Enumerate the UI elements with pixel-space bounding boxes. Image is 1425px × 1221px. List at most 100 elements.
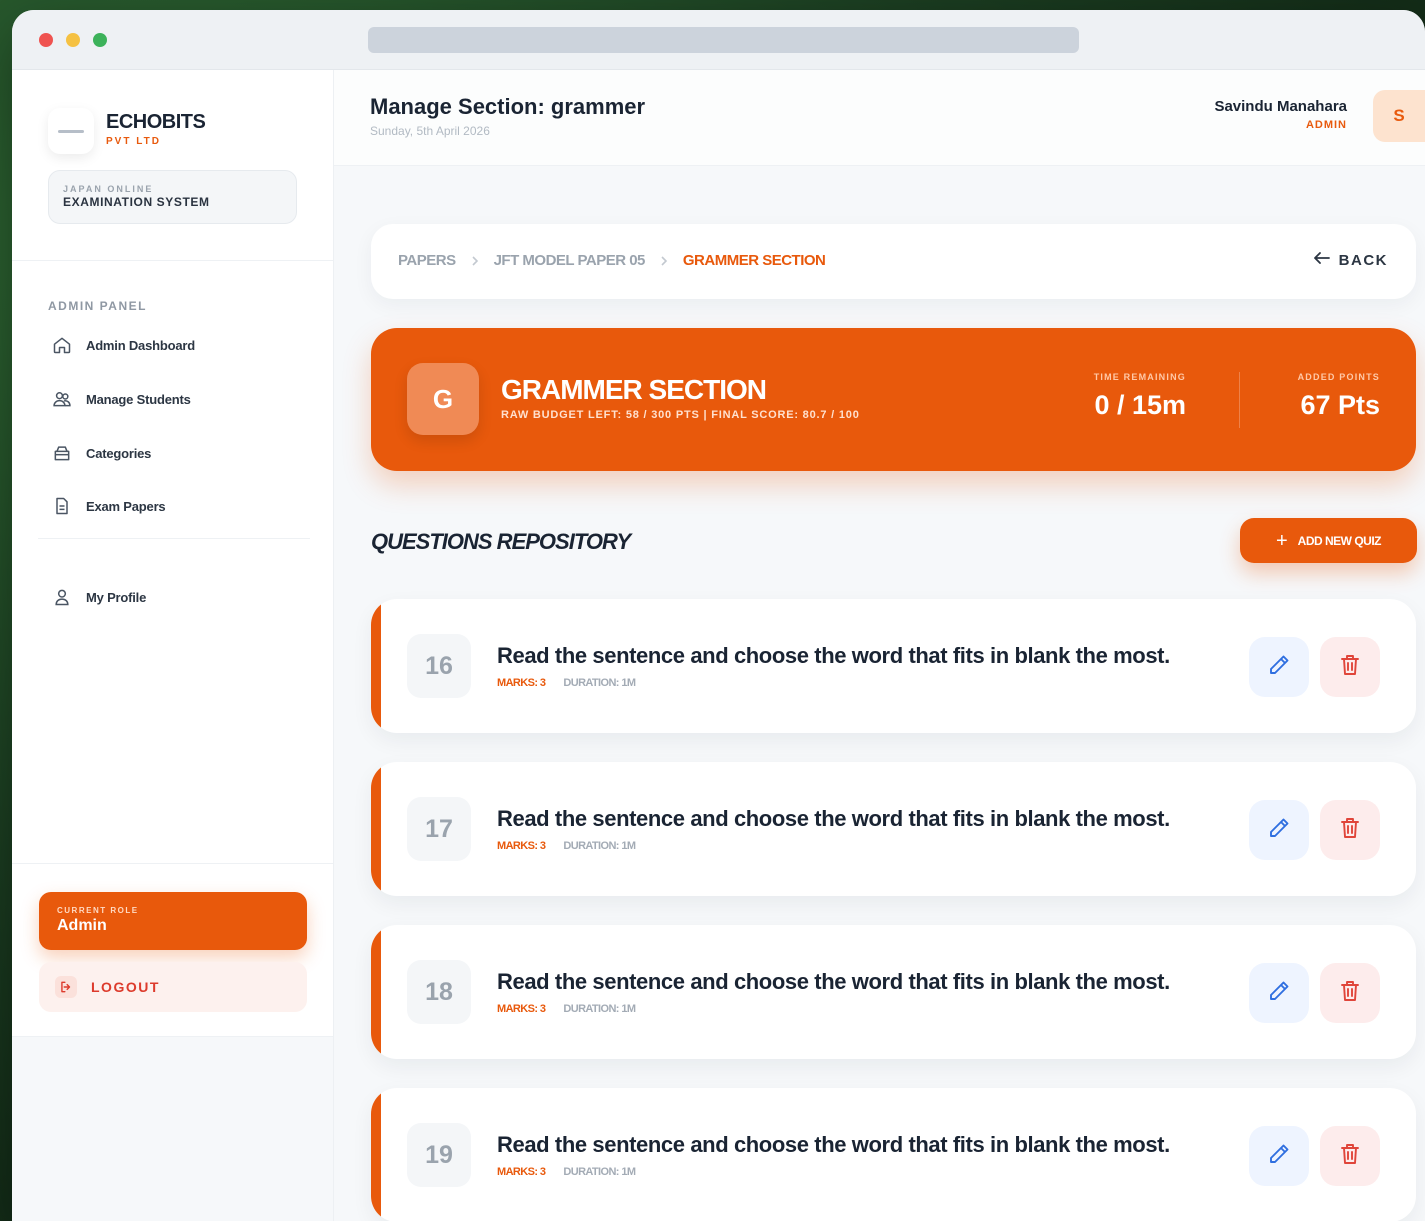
user-icon <box>50 585 74 609</box>
question-card: 16 Read the sentence and choose the word… <box>371 599 1416 733</box>
edit-question-button[interactable] <box>1249 800 1309 860</box>
logout-button[interactable]: LOGOUT <box>39 962 307 1012</box>
question-marks: MARKS: 3 <box>497 1003 546 1015</box>
question-meta: MARKS: 3 DURATION: 1M <box>497 1166 636 1178</box>
page-title: Manage Section: grammer <box>370 94 646 119</box>
trash-icon <box>1339 653 1361 682</box>
question-duration: DURATION: 1M <box>563 840 636 852</box>
sidebar-item-admin-dashboard[interactable]: Admin Dashboard <box>50 332 195 358</box>
logout-icon <box>55 976 77 998</box>
nav-section-label: ADMIN PANEL <box>48 299 147 313</box>
browser-window: ECHOBITS PVT LTD JAPAN ONLINE EXAMINATIO… <box>12 10 1425 1221</box>
pencil-icon <box>1267 816 1291 845</box>
home-icon <box>50 333 74 357</box>
edit-question-button[interactable] <box>1249 637 1309 697</box>
added-points-stat: ADDED POINTS 67 Pts <box>1298 372 1380 421</box>
logout-label: LOGOUT <box>91 979 160 995</box>
system-name-bottom: EXAMINATION SYSTEM <box>63 195 210 209</box>
question-card: 18 Read the sentence and choose the word… <box>371 925 1416 1059</box>
question-text: Read the sentence and choose the word th… <box>497 643 1170 668</box>
delete-question-button[interactable] <box>1320 1126 1380 1186</box>
section-badge: G <box>407 363 479 435</box>
brand-logo <box>48 108 94 154</box>
address-bar[interactable] <box>368 27 1079 53</box>
close-window-button[interactable] <box>39 33 53 47</box>
section-budget-summary: RAW BUDGET LEFT: 58 / 300 PTS | FINAL SC… <box>501 409 860 421</box>
sidebar-item-label: My Profile <box>86 589 147 605</box>
back-button[interactable]: BACK <box>1313 251 1388 270</box>
sidebar-item-label: Categories <box>86 445 152 461</box>
sidebar-item-label: Exam Papers <box>86 498 166 514</box>
sidebar-item-my-profile[interactable]: My Profile <box>50 584 146 610</box>
question-card: 19 Read the sentence and choose the word… <box>371 1088 1416 1221</box>
pencil-icon <box>1267 653 1291 682</box>
question-number: 17 <box>407 797 471 861</box>
breadcrumb-item-papers[interactable]: PAPERS <box>398 252 456 269</box>
sidebar-item-exam-papers[interactable]: Exam Papers <box>50 493 166 519</box>
section-summary-banner: G GRAMMER SECTION RAW BUDGET LEFT: 58 / … <box>371 328 1416 471</box>
folder-icon <box>50 441 74 465</box>
page-date: Sunday, 5th April 2026 <box>370 124 490 138</box>
sidebar: ECHOBITS PVT LTD JAPAN ONLINE EXAMINATIO… <box>12 70 334 1221</box>
delete-question-button[interactable] <box>1320 963 1380 1023</box>
add-new-quiz-button[interactable]: + ADD NEW QUIZ <box>1240 518 1417 563</box>
breadcrumb-item-paper[interactable]: JFT MODEL PAPER 05 <box>494 252 646 269</box>
question-text: Read the sentence and choose the word th… <box>497 806 1170 831</box>
breadcrumb-item-current: GRAMMER SECTION <box>682 252 826 269</box>
divider <box>38 538 310 539</box>
question-marks: MARKS: 3 <box>497 677 546 689</box>
time-remaining-stat: TIME REMAINING 0 / 15m <box>1094 372 1186 421</box>
user-role: ADMIN <box>1305 119 1347 131</box>
sidebar-item-manage-students[interactable]: Manage Students <box>50 386 191 412</box>
card-accent <box>371 762 381 896</box>
question-text: Read the sentence and choose the word th… <box>497 969 1170 994</box>
delete-question-button[interactable] <box>1320 800 1380 860</box>
question-duration: DURATION: 1M <box>563 677 636 689</box>
add-new-quiz-label: ADD NEW QUIZ <box>1297 533 1382 548</box>
system-name-box: JAPAN ONLINE EXAMINATION SYSTEM <box>48 170 297 224</box>
document-icon <box>50 494 74 518</box>
minimize-window-button[interactable] <box>66 33 80 47</box>
back-label: BACK <box>1338 252 1388 269</box>
maximize-window-button[interactable] <box>93 33 107 47</box>
brand-name: ECHOBITS <box>106 111 206 133</box>
question-number: 19 <box>407 1123 471 1187</box>
card-accent <box>371 599 381 733</box>
question-meta: MARKS: 3 DURATION: 1M <box>497 677 636 689</box>
delete-question-button[interactable] <box>1320 637 1380 697</box>
pencil-icon <box>1267 979 1291 1008</box>
question-marks: MARKS: 3 <box>497 840 546 852</box>
sidebar-item-categories[interactable]: Categories <box>50 440 151 466</box>
trash-icon <box>1339 816 1361 845</box>
sidebar-item-label: Manage Students <box>86 391 191 407</box>
pencil-icon <box>1267 1142 1291 1171</box>
breadcrumb: PAPERS JFT MODEL PAPER 05 GRAMMER SECTIO… <box>398 252 826 269</box>
question-meta: MARKS: 3 DURATION: 1M <box>497 1003 636 1015</box>
added-points-value: 67 Pts <box>1300 390 1380 420</box>
question-card: 17 Read the sentence and choose the word… <box>371 762 1416 896</box>
time-remaining-label: TIME REMAINING <box>1093 372 1186 382</box>
divider <box>1239 372 1240 428</box>
page-header: Manage Section: grammer Sunday, 5th Apri… <box>334 70 1425 166</box>
plus-icon: + <box>1275 529 1288 552</box>
user-name: Savindu Manahara <box>1214 98 1347 115</box>
current-role-label: CURRENT ROLE <box>57 906 139 915</box>
edit-question-button[interactable] <box>1249 1126 1309 1186</box>
main-content: PAPERS JFT MODEL PAPER 05 GRAMMER SECTIO… <box>334 167 1425 1221</box>
sidebar-item-label: Admin Dashboard <box>86 337 195 353</box>
trash-icon <box>1339 979 1361 1008</box>
question-meta: MARKS: 3 DURATION: 1M <box>497 840 636 852</box>
card-accent <box>371 1088 381 1221</box>
repository-title: QUESTIONS REPOSITORY <box>371 529 631 554</box>
time-remaining-value: 0 / 15m <box>1094 390 1186 420</box>
question-duration: DURATION: 1M <box>563 1003 636 1015</box>
title-bar <box>12 10 1425 70</box>
question-marks: MARKS: 3 <box>497 1166 546 1178</box>
edit-question-button[interactable] <box>1249 963 1309 1023</box>
current-role-card: CURRENT ROLE Admin <box>39 892 307 950</box>
section-title: GRAMMER SECTION <box>501 374 767 405</box>
brand-subtitle: PVT LTD <box>106 136 161 147</box>
question-duration: DURATION: 1M <box>563 1166 636 1178</box>
avatar[interactable]: S <box>1373 90 1425 142</box>
divider <box>12 863 333 864</box>
